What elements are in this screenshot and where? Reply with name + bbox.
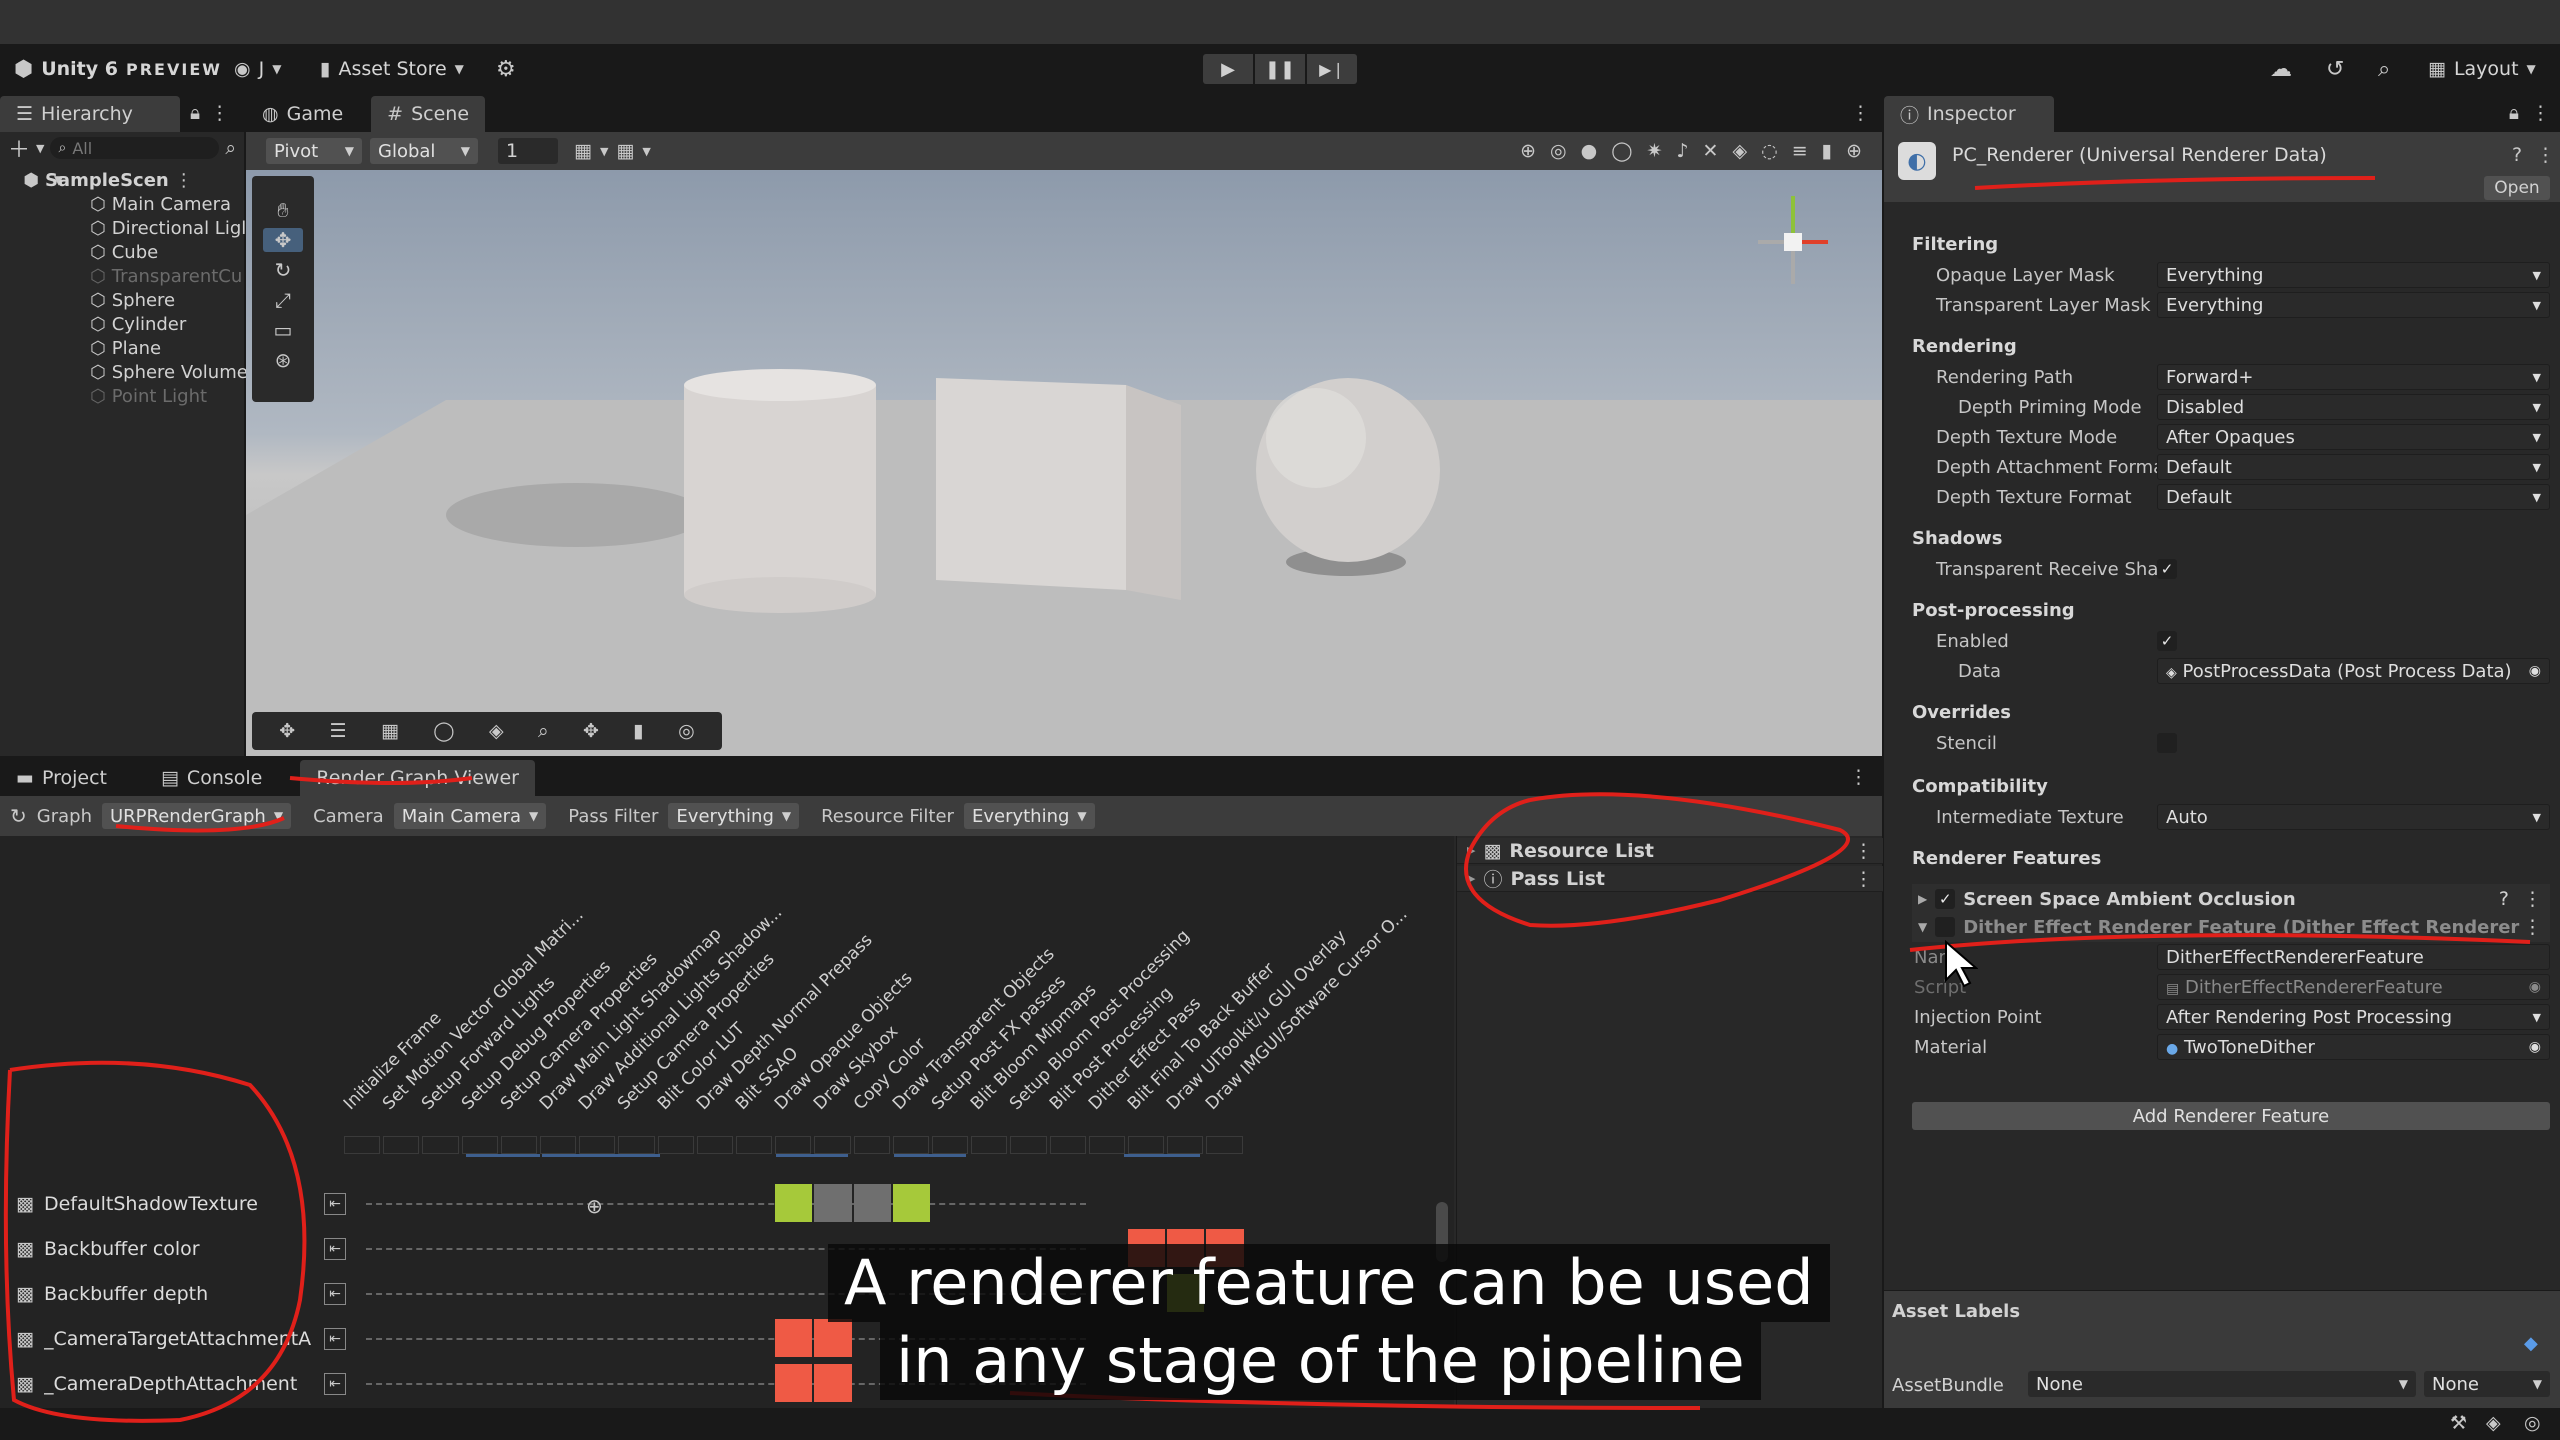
annotation-underline-asset [1974,176,2376,190]
red-annotations [3,176,2531,1423]
annotation-underline-tab [289,776,473,785]
caption-line-1: A renderer feature can be used [828,1244,1830,1322]
caption-line-2: in any stage of the pipeline [880,1322,1761,1400]
annotation-underline-feature [1909,933,2531,952]
annotation-circle-resources [3,1060,307,1423]
annotation-circle-lists [1464,792,1850,928]
annotation-underline-graph [115,816,285,833]
mouse-cursor-icon [1945,940,1978,988]
